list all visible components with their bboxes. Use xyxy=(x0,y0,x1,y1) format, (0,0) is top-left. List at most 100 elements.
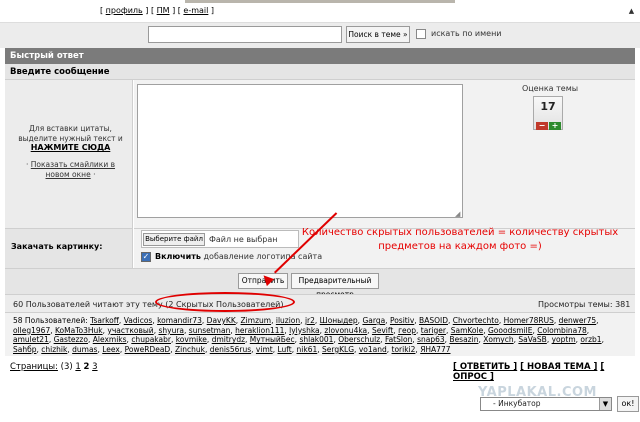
message-textarea[interactable] xyxy=(137,84,463,218)
quote-click-link[interactable]: НАЖМИТЕ СЮДА xyxy=(13,143,128,152)
user-link[interactable]: jr2 xyxy=(305,316,315,325)
file-status: Файл не выбран xyxy=(209,235,278,244)
user-link[interactable]: МутныйБес xyxy=(250,335,295,344)
user-link[interactable]: Positiv xyxy=(390,316,414,325)
user-link[interactable]: nik61 xyxy=(297,345,318,354)
user-link[interactable]: heraklion111 xyxy=(235,326,284,335)
user-link[interactable]: tariger xyxy=(421,326,446,335)
user-link[interactable]: denwer75 xyxy=(559,316,597,325)
page-link-3[interactable]: 3 xyxy=(92,362,97,372)
top-image-edge xyxy=(185,0,455,3)
search-topic-button[interactable]: Поиск в теме » xyxy=(346,26,410,43)
user-link[interactable]: zlovonu4ka xyxy=(324,326,367,335)
user-link[interactable]: Шоныдер xyxy=(320,316,358,325)
user-link[interactable]: DavyKK xyxy=(207,316,236,325)
user-link[interactable]: Garga xyxy=(362,316,385,325)
user-link[interactable]: Vadicos xyxy=(124,316,153,325)
user-link[interactable]: shyura xyxy=(158,326,184,335)
user-link[interactable]: Besazin xyxy=(449,335,478,344)
users-prefix: 58 Пользователей: xyxy=(13,316,88,325)
quick-reply-header: Быстрый ответ xyxy=(5,48,635,64)
user-link[interactable]: Xomych xyxy=(483,335,513,344)
user-link[interactable]: Chvortechto xyxy=(453,316,499,325)
user-link[interactable]: PoweRDeaD xyxy=(125,345,171,354)
user-link[interactable]: vo1and xyxy=(359,345,387,354)
user-link[interactable]: Oberschulz xyxy=(338,335,380,344)
user-link[interactable]: chupakabr xyxy=(131,335,171,344)
profile-link[interactable]: профиль xyxy=(106,6,143,15)
user-link[interactable]: Sahбр xyxy=(13,345,37,354)
logo-checkbox[interactable]: ✓ xyxy=(141,252,151,262)
user-link[interactable]: Homer78RUS xyxy=(504,316,554,325)
pages-label[interactable]: Страницы: xyxy=(10,362,58,372)
user-link[interactable]: iluzion xyxy=(276,316,300,325)
user-link[interactable]: lylyshka xyxy=(289,326,320,335)
user-link[interactable]: участковый xyxy=(107,326,153,335)
user-link[interactable]: SaVaSB xyxy=(518,335,546,344)
reply-links: [ ОТВЕТИТЬ ] [ НОВАЯ ТЕМА ] [ ОПРОС ] xyxy=(453,362,640,382)
rating-minus-button[interactable]: − xyxy=(536,122,548,130)
search-by-name-checkbox[interactable] xyxy=(416,29,426,39)
logo-label: Включить добавление логотипа сайта xyxy=(155,252,322,261)
pages-count: (3) xyxy=(60,362,73,372)
user-link[interactable]: Luft xyxy=(277,345,291,354)
user-link[interactable]: denis56rus xyxy=(210,345,251,354)
user-link[interactable]: Zinchuk xyxy=(175,345,205,354)
user-link[interactable]: GooodsmilE xyxy=(488,326,532,335)
pagination: Страницы: (3) 1 2 3 xyxy=(10,362,98,372)
user-link[interactable]: ЯНА777 xyxy=(420,345,450,354)
user-link[interactable]: Alexmiks xyxy=(93,335,127,344)
user-link[interactable]: BASOID xyxy=(419,316,448,325)
forum-jump-select[interactable]: - Инкубатор xyxy=(480,397,612,411)
reply-link[interactable]: [ ОТВЕТИТЬ ] xyxy=(453,362,517,372)
choose-file-button[interactable]: Выберите файл xyxy=(143,233,205,246)
user-link[interactable]: sunsetman xyxy=(189,326,231,335)
email-link[interactable]: e-mail xyxy=(183,6,208,15)
jump-ok-button[interactable]: ок! xyxy=(617,396,639,412)
resize-grip-icon[interactable]: ◢ xyxy=(455,210,462,218)
pm-link[interactable]: ПМ xyxy=(157,6,170,15)
user-link[interactable]: Zimzum xyxy=(241,316,272,325)
user-link[interactable]: olleg1967 xyxy=(13,326,50,335)
show-smiles-text[interactable]: Показать смайлики в новом окне xyxy=(31,160,115,179)
user-link[interactable]: toriki2 xyxy=(392,345,416,354)
annotation-ellipse xyxy=(155,292,295,312)
logo-label-bold: Включить xyxy=(155,252,201,261)
user-link[interactable]: kovmike xyxy=(176,335,207,344)
user-link[interactable]: Tsarkoff xyxy=(90,316,119,325)
user-link[interactable]: SergKLG xyxy=(322,345,354,354)
show-smiles-link[interactable]: · Показать смайлики в новом окне · xyxy=(13,160,128,180)
new-topic-link[interactable]: [ НОВАЯ ТЕМА ] xyxy=(520,362,597,372)
user-link[interactable]: snap63 xyxy=(417,335,445,344)
user-link[interactable]: yoptm xyxy=(552,335,576,344)
user-link[interactable]: komandir73 xyxy=(157,316,202,325)
top-bar xyxy=(0,0,640,22)
search-by-name-label: искать по имени xyxy=(431,29,502,38)
chevron-down-icon[interactable]: ▼ xyxy=(599,398,611,410)
user-link[interactable]: vimt xyxy=(256,345,273,354)
user-link[interactable]: orzb1 xyxy=(580,335,601,344)
rating-plus-button[interactable]: + xyxy=(549,122,561,130)
user-link[interactable]: shlak001 xyxy=(299,335,333,344)
user-link[interactable]: Sevift xyxy=(372,326,393,335)
page-link-1[interactable]: 1 xyxy=(75,362,80,372)
user-link[interactable]: KoMaTo3Huk xyxy=(55,326,103,335)
search-input[interactable] xyxy=(148,26,342,43)
user-link[interactable]: chizhik xyxy=(41,345,67,354)
user-link[interactable]: amulet21 xyxy=(13,335,49,344)
user-link[interactable]: Colombina78 xyxy=(537,326,587,335)
user-link[interactable]: dmitrydz xyxy=(212,335,245,344)
user-link[interactable]: SamKole xyxy=(451,326,484,335)
annotation-text: Количество скрытых пользователей = колич… xyxy=(301,227,619,252)
preview-button[interactable]: Предварительный просмотр xyxy=(291,273,379,299)
user-link[interactable]: FatSlon xyxy=(385,335,412,344)
user-link[interactable]: dumas xyxy=(72,345,97,354)
user-link[interactable]: Gastezzo xyxy=(54,335,88,344)
rating-label: Оценка темы xyxy=(521,84,579,93)
upload-label: Закачать картинку: xyxy=(11,242,103,251)
user-link[interactable]: Leex xyxy=(102,345,120,354)
message-label: Введите сообщение xyxy=(5,64,635,80)
page-current-2: 2 xyxy=(83,362,90,372)
user-link[interactable]: геор xyxy=(398,326,416,335)
scroll-up-icon[interactable]: ▲ xyxy=(626,7,637,16)
